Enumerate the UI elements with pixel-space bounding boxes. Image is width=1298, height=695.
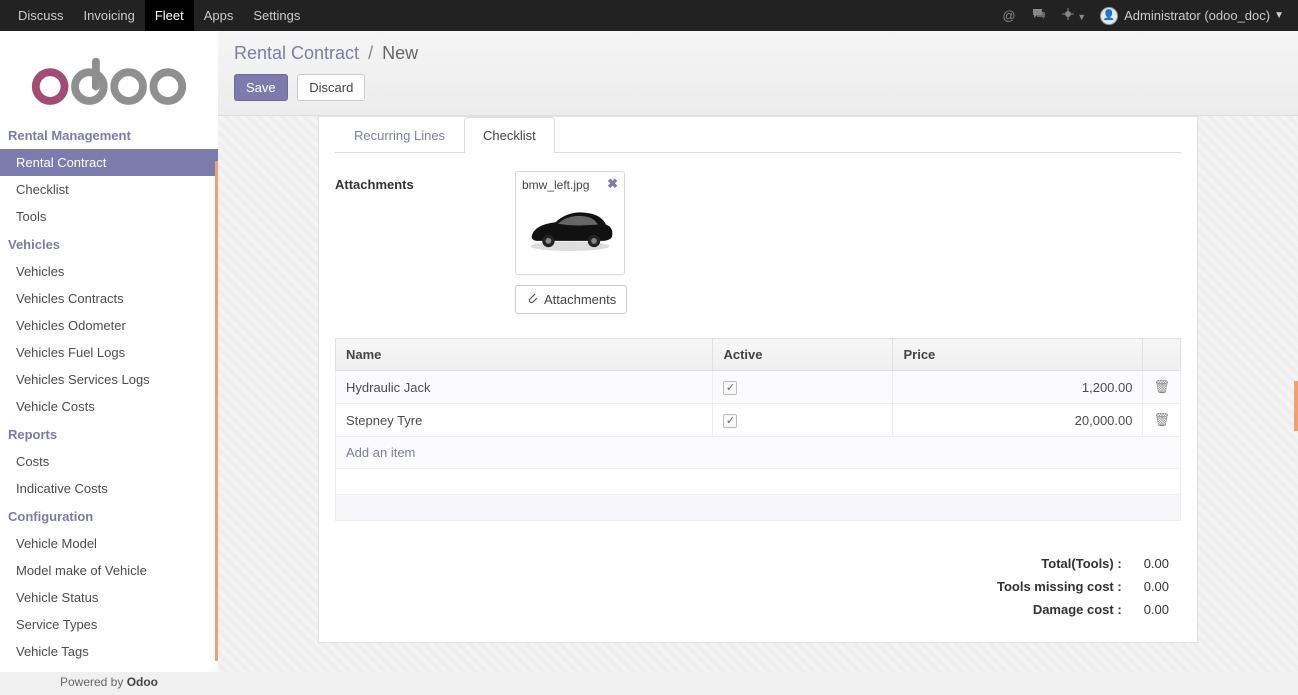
- chevron-down-icon: ▼: [1077, 12, 1086, 22]
- total-tools-value: 0.00: [1134, 553, 1179, 574]
- save-button[interactable]: Save: [234, 74, 288, 101]
- bug-icon[interactable]: ▼: [1054, 8, 1095, 23]
- breadcrumb-root[interactable]: Rental Contract: [234, 43, 359, 63]
- table-row-add: Add an item: [336, 437, 1181, 469]
- control-panel: Rental Contract / New Save Discard: [218, 31, 1298, 116]
- sidebar-item-vehicles[interactable]: Vehicles: [0, 258, 218, 285]
- nav-discuss[interactable]: Discuss: [8, 0, 74, 31]
- sidebar-item-vehicles-odometer[interactable]: Vehicles Odometer: [0, 312, 218, 339]
- nav-invoicing[interactable]: Invoicing: [74, 0, 145, 31]
- table-row[interactable]: Hydraulic Jack ✓ 1,200.00 🗑: [336, 371, 1181, 404]
- tab-recurring-lines[interactable]: Recurring Lines: [335, 117, 464, 153]
- sidebar-item-tools[interactable]: Tools: [0, 203, 218, 230]
- sidebar-section-reports[interactable]: Reports: [0, 420, 218, 448]
- cell-price: 20,000.00: [893, 404, 1143, 437]
- breadcrumb: Rental Contract / New: [234, 43, 1282, 64]
- form-sheet: Recurring Lines Checklist Attachments ✖ …: [318, 116, 1198, 643]
- user-menu[interactable]: 👤 Administrator (odoo_doc) ▼: [1094, 7, 1290, 25]
- cell-price: 1,200.00: [893, 371, 1143, 404]
- trash-icon[interactable]: 🗑: [1143, 404, 1181, 437]
- at-icon[interactable]: @: [994, 8, 1023, 23]
- sidebar-item-indicative-costs[interactable]: Indicative Costs: [0, 475, 218, 502]
- sidebar-item-vehicle-status[interactable]: Vehicle Status: [0, 584, 218, 611]
- cell-active[interactable]: ✓: [713, 404, 893, 437]
- attachments-button-label: Attachments: [544, 292, 616, 307]
- paperclip-icon: [526, 291, 538, 308]
- user-label: Administrator (odoo_doc): [1124, 8, 1270, 23]
- sidebar-item-model-make[interactable]: Model make of Vehicle: [0, 557, 218, 584]
- car-thumbnail: [522, 200, 618, 254]
- damage-cost-value: 0.00: [1134, 599, 1179, 620]
- sidebar-item-vehicles-services-logs[interactable]: Vehicles Services Logs: [0, 366, 218, 393]
- sidebar-item-service-types[interactable]: Service Types: [0, 611, 218, 638]
- totals: Total(Tools) :0.00 Tools missing cost :0…: [335, 551, 1181, 622]
- nav-apps[interactable]: Apps: [194, 0, 244, 31]
- sidebar-item-rental-contract[interactable]: Rental Contract: [0, 149, 218, 176]
- close-icon[interactable]: ✖: [607, 176, 618, 192]
- add-item-link[interactable]: Add an item: [346, 445, 415, 460]
- sidebar-item-checklist[interactable]: Checklist: [0, 176, 218, 203]
- tools-table: Name Active Price Hydraulic Jack ✓ 1,200…: [335, 338, 1181, 521]
- top-navbar: Discuss Invoicing Fleet Apps Settings @ …: [0, 0, 1298, 31]
- logo: [0, 39, 218, 121]
- main-content: Rental Contract / New Save Discard Recur…: [218, 31, 1298, 672]
- cell-name: Stepney Tyre: [336, 404, 713, 437]
- sidebar-item-vehicles-contracts[interactable]: Vehicles Contracts: [0, 285, 218, 312]
- sidebar-item-vehicle-tags[interactable]: Vehicle Tags: [0, 638, 218, 665]
- breadcrumb-sep: /: [364, 43, 377, 63]
- sidebar-item-costs[interactable]: Costs: [0, 448, 218, 475]
- chevron-down-icon: ▼: [1274, 10, 1284, 21]
- col-price: Price: [893, 339, 1143, 371]
- tab-checklist[interactable]: Checklist: [464, 117, 555, 153]
- sidebar: Rental Management Rental Contract Checkl…: [0, 31, 218, 672]
- attachment-card[interactable]: ✖ bmw_left.jpg: [515, 171, 625, 275]
- attachments-button[interactable]: Attachments: [515, 285, 627, 314]
- trash-icon[interactable]: 🗑: [1143, 371, 1181, 404]
- chat-icon[interactable]: [1024, 8, 1054, 23]
- breadcrumb-current: New: [382, 43, 418, 63]
- sidebar-footer: Powered by Odoo: [0, 669, 218, 695]
- avatar: 👤: [1100, 7, 1118, 25]
- sidebar-item-vehicle-costs[interactable]: Vehicle Costs: [0, 393, 218, 420]
- cell-name: Hydraulic Jack: [336, 371, 713, 404]
- table-row[interactable]: Stepney Tyre ✓ 20,000.00 🗑: [336, 404, 1181, 437]
- attachment-filename: bmw_left.jpg: [522, 178, 618, 192]
- col-name: Name: [336, 339, 713, 371]
- checkbox-icon[interactable]: ✓: [723, 381, 737, 395]
- damage-cost-label: Damage cost :: [987, 599, 1132, 620]
- tools-missing-value: 0.00: [1134, 576, 1179, 597]
- tabs: Recurring Lines Checklist: [335, 117, 1181, 153]
- attachments-label: Attachments: [335, 171, 455, 314]
- discard-button[interactable]: Discard: [297, 74, 365, 101]
- sidebar-item-vehicles-fuel-logs[interactable]: Vehicles Fuel Logs: [0, 339, 218, 366]
- sidebar-section-rental[interactable]: Rental Management: [0, 121, 218, 149]
- sidebar-item-vehicle-model[interactable]: Vehicle Model: [0, 530, 218, 557]
- col-active: Active: [713, 339, 893, 371]
- cell-active[interactable]: ✓: [713, 371, 893, 404]
- sidebar-section-configuration[interactable]: Configuration: [0, 502, 218, 530]
- nav-fleet[interactable]: Fleet: [145, 0, 194, 31]
- total-tools-label: Total(Tools) :: [987, 553, 1132, 574]
- checkbox-icon[interactable]: ✓: [723, 414, 737, 428]
- nav-settings[interactable]: Settings: [243, 0, 310, 31]
- tools-missing-label: Tools missing cost :: [987, 576, 1132, 597]
- sidebar-section-vehicles[interactable]: Vehicles: [0, 230, 218, 258]
